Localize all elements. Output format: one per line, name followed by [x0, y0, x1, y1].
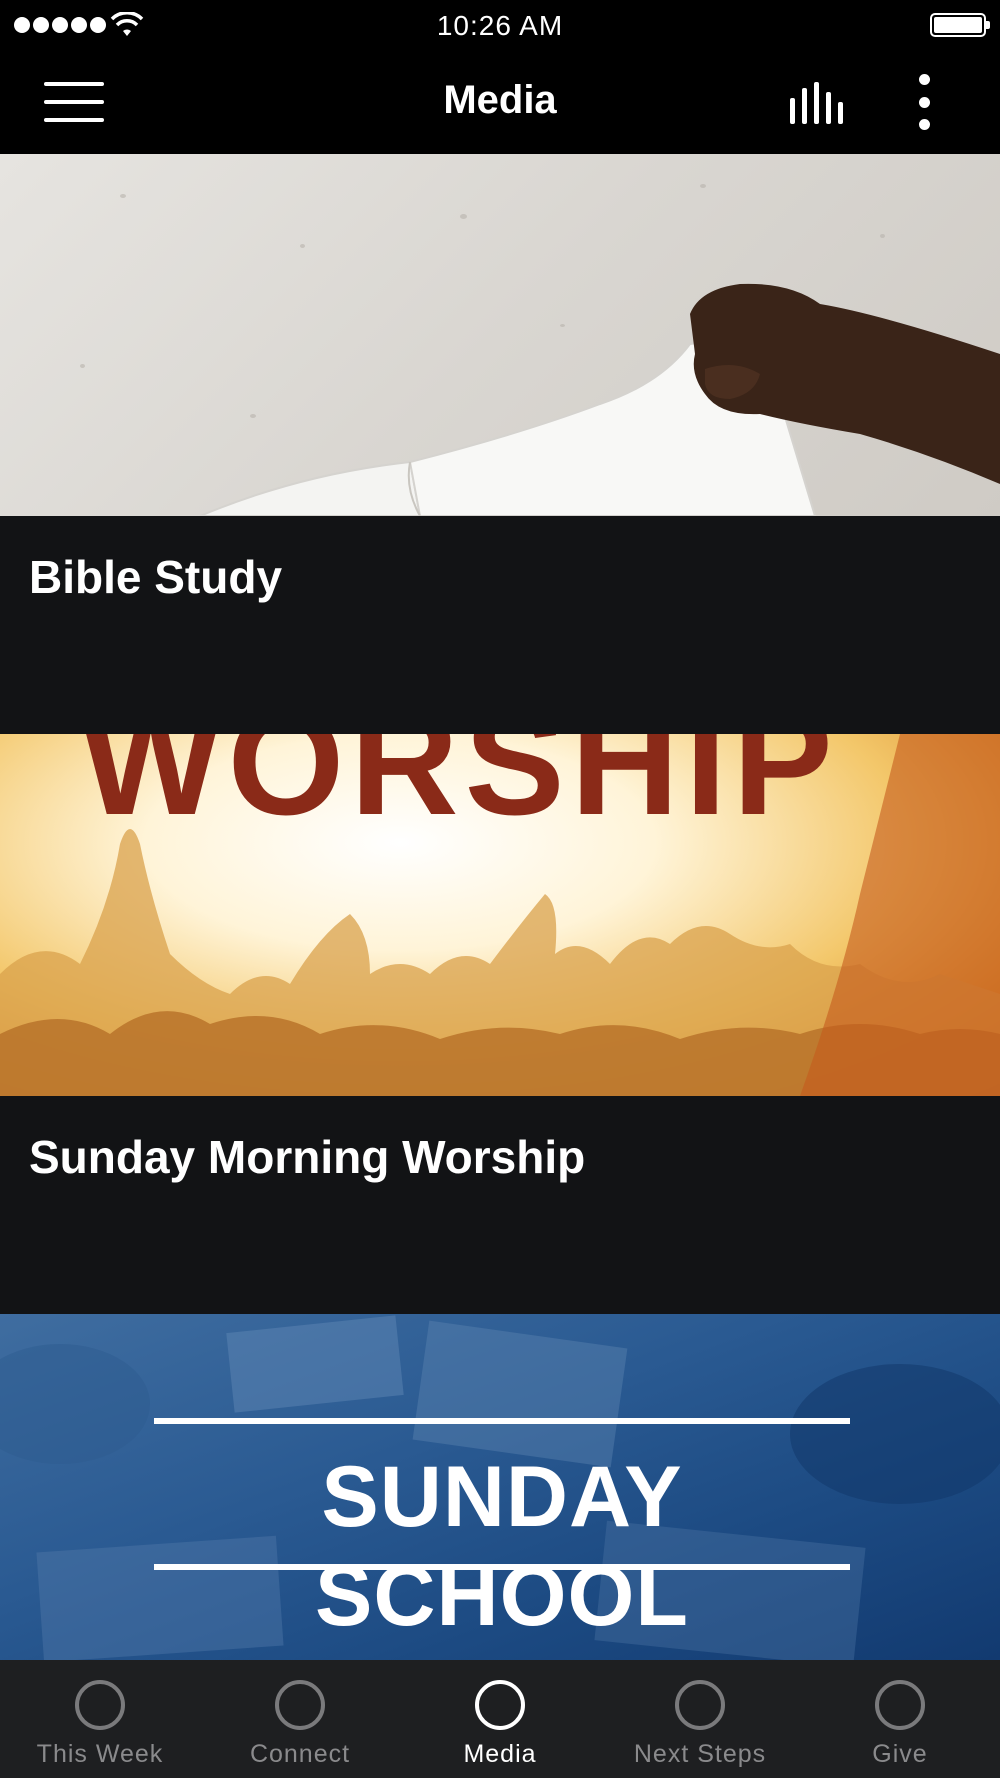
- page-title: Media: [443, 78, 557, 122]
- tab-label: This Week: [36, 1740, 164, 1768]
- banner-rule-bottom: [154, 1564, 850, 1570]
- tab-bar: This Week Connect Media Next Steps Give: [0, 1660, 1000, 1778]
- audio-bars-icon[interactable]: [788, 82, 846, 124]
- media-card-bible-study[interactable]: Bible Study: [0, 154, 1000, 734]
- nav-bar: Media: [0, 50, 1000, 154]
- tab-give[interactable]: Give: [800, 1660, 1000, 1778]
- battery-icon: [930, 13, 990, 37]
- worship-image: WORSHIP: [0, 734, 1000, 1096]
- tab-next-steps[interactable]: Next Steps: [600, 1660, 800, 1778]
- tab-this-week[interactable]: This Week: [0, 1660, 200, 1778]
- card-title: Bible Study: [29, 551, 283, 603]
- status-time: 10:26 AM: [436, 10, 564, 41]
- media-card-sunday-school[interactable]: SUNDAY SCHOOL: [0, 1314, 1000, 1660]
- tab-circle-icon: [275, 1680, 325, 1730]
- banner-rule-top: [154, 1418, 850, 1424]
- tab-label: Media: [463, 1740, 537, 1768]
- tab-circle-icon: [675, 1680, 725, 1730]
- tab-circle-icon: [475, 1680, 525, 1730]
- more-vertical-icon[interactable]: [910, 74, 938, 130]
- tab-circle-icon: [75, 1680, 125, 1730]
- media-card-sunday-worship[interactable]: WORSHIP Sunday Morning Worship: [0, 734, 1000, 1314]
- sunday-school-image: SUNDAY SCHOOL: [0, 1314, 1000, 1660]
- tab-label: Give: [872, 1740, 928, 1768]
- tab-circle-icon: [875, 1680, 925, 1730]
- card-title: Sunday Morning Worship: [29, 1131, 586, 1183]
- sunday-school-banner-text: SUNDAY SCHOOL: [315, 1449, 689, 1644]
- bible-study-image: [0, 154, 1000, 516]
- status-bar: 10:26 AM: [0, 0, 1000, 50]
- tab-media[interactable]: Media: [400, 1660, 600, 1778]
- tab-label: Connect: [249, 1740, 351, 1768]
- tab-connect[interactable]: Connect: [200, 1660, 400, 1778]
- tab-label: Next Steps: [633, 1740, 767, 1768]
